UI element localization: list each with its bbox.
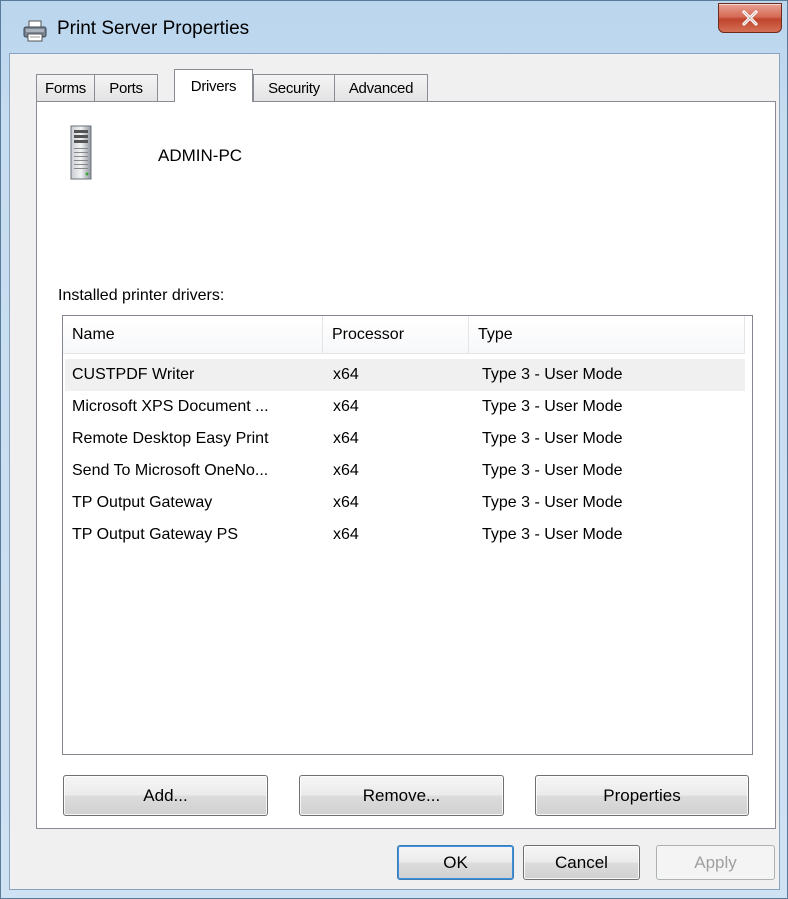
tab-advanced[interactable]: Advanced (334, 74, 428, 101)
tab-forms[interactable]: Forms (36, 74, 95, 101)
remove-button[interactable]: Remove... (299, 775, 504, 816)
driver-row[interactable]: CUSTPDF Writer x64 Type 3 - User Mode (65, 359, 745, 391)
list-header: Name Processor Type (63, 316, 745, 354)
driver-type: Type 3 - User Mode (482, 366, 623, 383)
driver-name: Send To Microsoft OneNo... (72, 462, 269, 479)
close-icon (742, 10, 758, 26)
cancel-button[interactable]: Cancel (523, 845, 640, 880)
driver-row[interactable]: TP Output Gateway PS x64 Type 3 - User M… (65, 519, 745, 551)
column-header-processor[interactable]: Processor (323, 316, 469, 354)
driver-name: Microsoft XPS Document ... (72, 398, 269, 415)
column-header-type[interactable]: Type (469, 316, 745, 354)
driver-row[interactable]: Send To Microsoft OneNo... x64 Type 3 - … (65, 455, 745, 487)
tab-ports[interactable]: Ports (94, 74, 158, 101)
printer-icon (23, 20, 47, 42)
installed-drivers-list[interactable]: Name Processor Type CUSTPDF Writer x64 T… (62, 315, 753, 755)
tab-drivers[interactable]: Drivers (174, 69, 253, 102)
driver-row[interactable]: TP Output Gateway x64 Type 3 - User Mode (65, 487, 745, 519)
column-header-name[interactable]: Name (63, 316, 323, 354)
driver-type: Type 3 - User Mode (482, 526, 623, 543)
print-server-properties-window: Print Server Properties Forms Ports Driv… (0, 0, 788, 899)
driver-processor: x64 (333, 526, 359, 543)
driver-name: TP Output Gateway PS (72, 526, 239, 543)
window-title: Print Server Properties (57, 18, 250, 39)
driver-row[interactable]: Remote Desktop Easy Print x64 Type 3 - U… (65, 423, 745, 455)
driver-type: Type 3 - User Mode (482, 430, 623, 447)
close-button[interactable] (718, 3, 782, 33)
driver-name: TP Output Gateway (72, 494, 213, 511)
driver-type: Type 3 - User Mode (482, 494, 623, 511)
dialog-client-area: Forms Ports Drivers Security Advanced AD… (9, 53, 780, 890)
driver-processor: x64 (333, 366, 359, 383)
drivers-tab-panel: ADMIN-PC Installed printer drivers: Name… (36, 101, 776, 829)
driver-processor: x64 (333, 494, 359, 511)
ok-button[interactable]: OK (397, 845, 514, 880)
title-bar[interactable]: Print Server Properties (1, 1, 788, 53)
add-button[interactable]: Add... (63, 775, 268, 816)
server-icon (70, 125, 92, 180)
driver-row[interactable]: Microsoft XPS Document ... x64 Type 3 - … (65, 391, 745, 423)
driver-name: Remote Desktop Easy Print (72, 430, 269, 447)
driver-name: CUSTPDF Writer (72, 366, 195, 383)
tab-security[interactable]: Security (253, 74, 335, 101)
driver-type: Type 3 - User Mode (482, 462, 623, 479)
apply-button[interactable]: Apply (656, 845, 775, 880)
driver-type: Type 3 - User Mode (482, 398, 623, 415)
driver-processor: x64 (333, 462, 359, 479)
properties-button[interactable]: Properties (535, 775, 749, 816)
server-name: ADMIN-PC (158, 146, 243, 165)
installed-drivers-label: Installed printer drivers: (58, 287, 225, 304)
driver-processor: x64 (333, 430, 359, 447)
driver-processor: x64 (333, 398, 359, 415)
